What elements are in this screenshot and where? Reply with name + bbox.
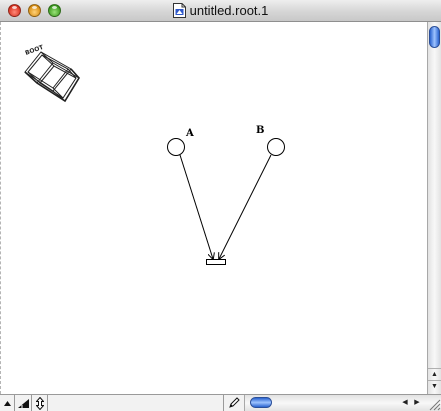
document-icon[interactable] [172, 3, 186, 18]
edge-a-to-join[interactable] [179, 154, 213, 259]
join-node[interactable] [206, 259, 226, 265]
scroll-left-arrow-icon[interactable]: ◀ [399, 395, 411, 410]
vertical-scrollbar[interactable]: ▲ ▼ [427, 22, 441, 394]
horizontal-scroll-thumb[interactable] [250, 397, 272, 408]
app-window: untitled.root.1 BOOT A B ▲ ▼ ◀ ▶ [0, 0, 441, 411]
window-title-group: untitled.root.1 [0, 2, 441, 20]
node-a-label: A [186, 128, 194, 139]
window-title: untitled.root.1 [189, 3, 269, 18]
node-b-label: B [256, 125, 265, 136]
vertical-scroll-thumb[interactable] [429, 26, 440, 48]
patch-canvas[interactable]: BOOT A B [0, 22, 427, 394]
pencil-icon[interactable] [223, 395, 244, 411]
node-b[interactable] [267, 138, 285, 156]
horizontal-scrollbar[interactable]: ◀ ▶ [244, 395, 441, 411]
edge-b-to-join[interactable] [219, 154, 272, 259]
scroll-right-arrow-icon[interactable]: ▶ [411, 395, 423, 410]
toggle-up-icon[interactable] [0, 395, 15, 411]
scroll-down-arrow-icon[interactable]: ▼ [428, 380, 441, 392]
title-bar[interactable]: untitled.root.1 [0, 0, 441, 22]
patch-drawing: BOOT [24, 44, 285, 265]
status-area [48, 395, 223, 411]
resize-grip-icon[interactable] [427, 397, 441, 411]
wireframe-cube-icon [24, 51, 80, 103]
node-a[interactable] [167, 138, 185, 156]
zoom-ramp-icon[interactable] [15, 395, 32, 411]
tool-switch-icon[interactable] [32, 395, 48, 411]
bottom-bar: ◀ ▶ [0, 394, 441, 411]
scroll-up-arrow-icon[interactable]: ▲ [428, 368, 441, 380]
